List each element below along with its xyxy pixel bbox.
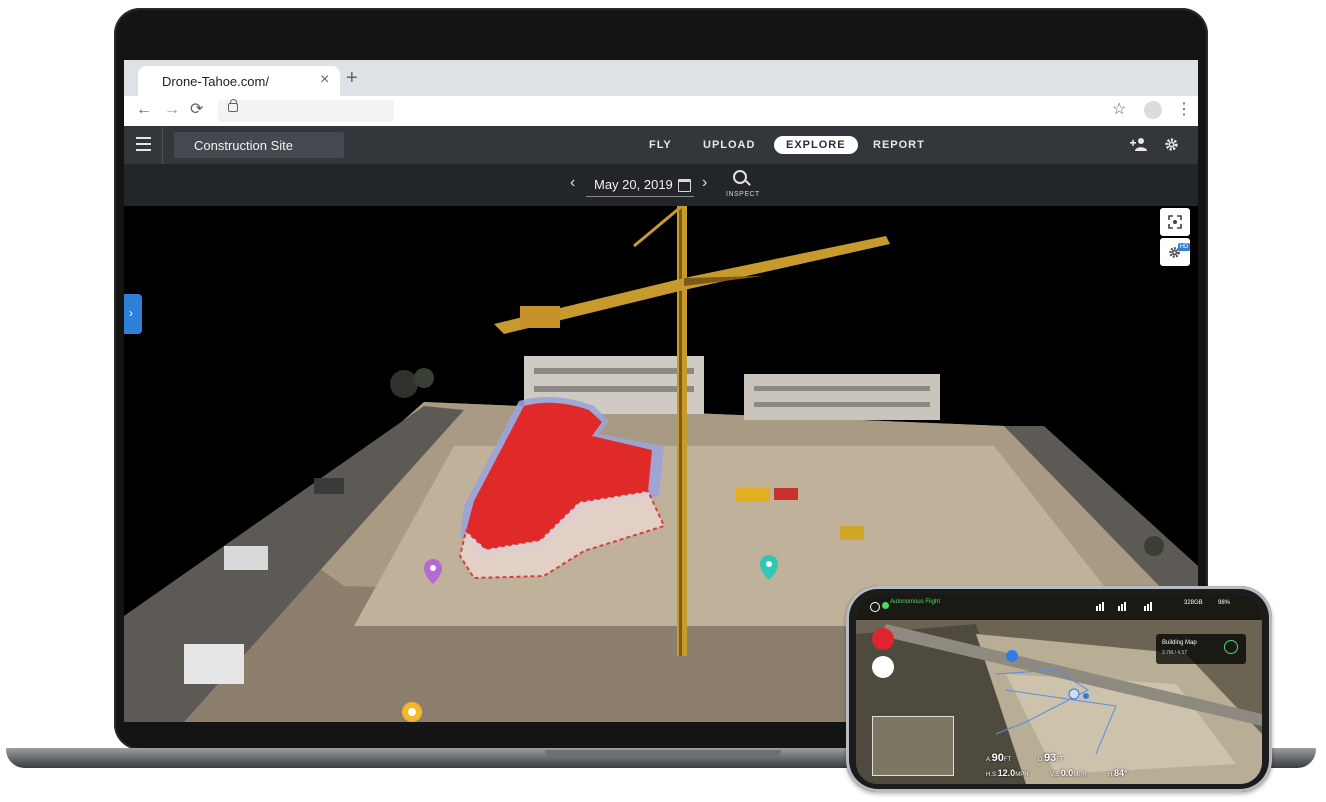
camera-button[interactable] [872, 656, 894, 678]
prev-date-icon[interactable]: ‹ [570, 174, 575, 192]
add-user-icon[interactable] [1130, 137, 1148, 151]
mission-title: Building Map [1162, 640, 1197, 646]
gear-icon[interactable] [1164, 137, 1179, 152]
pause-button[interactable] [1224, 640, 1238, 654]
mission-progress: 3.7M / 4.57 [1162, 650, 1188, 656]
date-bar: ‹ May 20, 2019 › INSPECT [124, 164, 1198, 206]
menu-icon[interactable] [136, 137, 151, 151]
status-dot-icon [882, 602, 889, 609]
mini-map[interactable] [872, 716, 954, 776]
date-underline [586, 196, 694, 197]
close-icon[interactable]: × [320, 71, 329, 89]
heading-readout: H:84° [1108, 768, 1128, 778]
avatar[interactable] [1144, 101, 1162, 119]
inspect-label: INSPECT [726, 191, 760, 198]
next-date-icon[interactable]: › [702, 174, 707, 192]
browser-tab[interactable]: Drone-Tahoe.com/ × [138, 66, 340, 96]
hd-badge: HD [1178, 243, 1190, 251]
tab-report[interactable]: REPORT [873, 139, 925, 151]
drone-takeoff-button[interactable] [872, 628, 894, 650]
url-input[interactable] [218, 100, 394, 122]
expand-panel-button[interactable] [124, 294, 142, 334]
distance-readout: D:93FT [1038, 752, 1064, 764]
reload-icon[interactable]: ⟳ [190, 101, 203, 119]
address-bar: ← → ⟳ ☆ ⋮ [124, 96, 1198, 127]
phone-status-bar [856, 594, 1262, 620]
vspeed-readout: V.S:0.0MPH [1050, 768, 1087, 778]
divider [162, 126, 163, 164]
tab-explore[interactable]: EXPLORE [774, 136, 858, 154]
site-name: Construction Site [194, 138, 293, 153]
storage-value: 328GB [1184, 600, 1203, 606]
laptop-notch [545, 750, 781, 758]
signal-icons [1096, 602, 1152, 611]
new-tab-icon[interactable]: + [346, 68, 358, 88]
inspect-icon-handle [745, 180, 751, 186]
tab-fly[interactable]: FLY [649, 139, 672, 151]
tab-title: Drone-Tahoe.com/ [162, 74, 269, 89]
flight-status: Autonomous Flight [890, 599, 941, 605]
lock-icon [228, 103, 238, 112]
hspeed-readout: H.S:12.0MPH [986, 768, 1029, 778]
fullscreen-icon [1168, 215, 1182, 229]
browser-menu-icon[interactable]: ⋮ [1176, 101, 1192, 119]
star-icon[interactable]: ☆ [1112, 101, 1126, 119]
drone-menu-icon[interactable] [870, 602, 880, 612]
battery-value: 98% [1218, 600, 1231, 606]
forward-icon[interactable]: → [164, 101, 180, 119]
tab-upload[interactable]: UPLOAD [703, 139, 755, 151]
browser-tabbar: Drone-Tahoe.com/ × + [124, 60, 1198, 96]
app-header: Construction Site FLY UPLOAD EXPLORE REP… [124, 126, 1198, 164]
phone-screen: Autonomous Flight 328GB 98% Building Map… [856, 594, 1262, 784]
fullscreen-button[interactable] [1160, 208, 1190, 236]
calendar-icon[interactable] [678, 179, 691, 192]
back-icon[interactable]: ← [136, 101, 152, 119]
date-value[interactable]: May 20, 2019 [594, 177, 673, 192]
chevron-right-icon: › [129, 306, 133, 320]
altitude-readout: A:90FT [986, 752, 1012, 764]
